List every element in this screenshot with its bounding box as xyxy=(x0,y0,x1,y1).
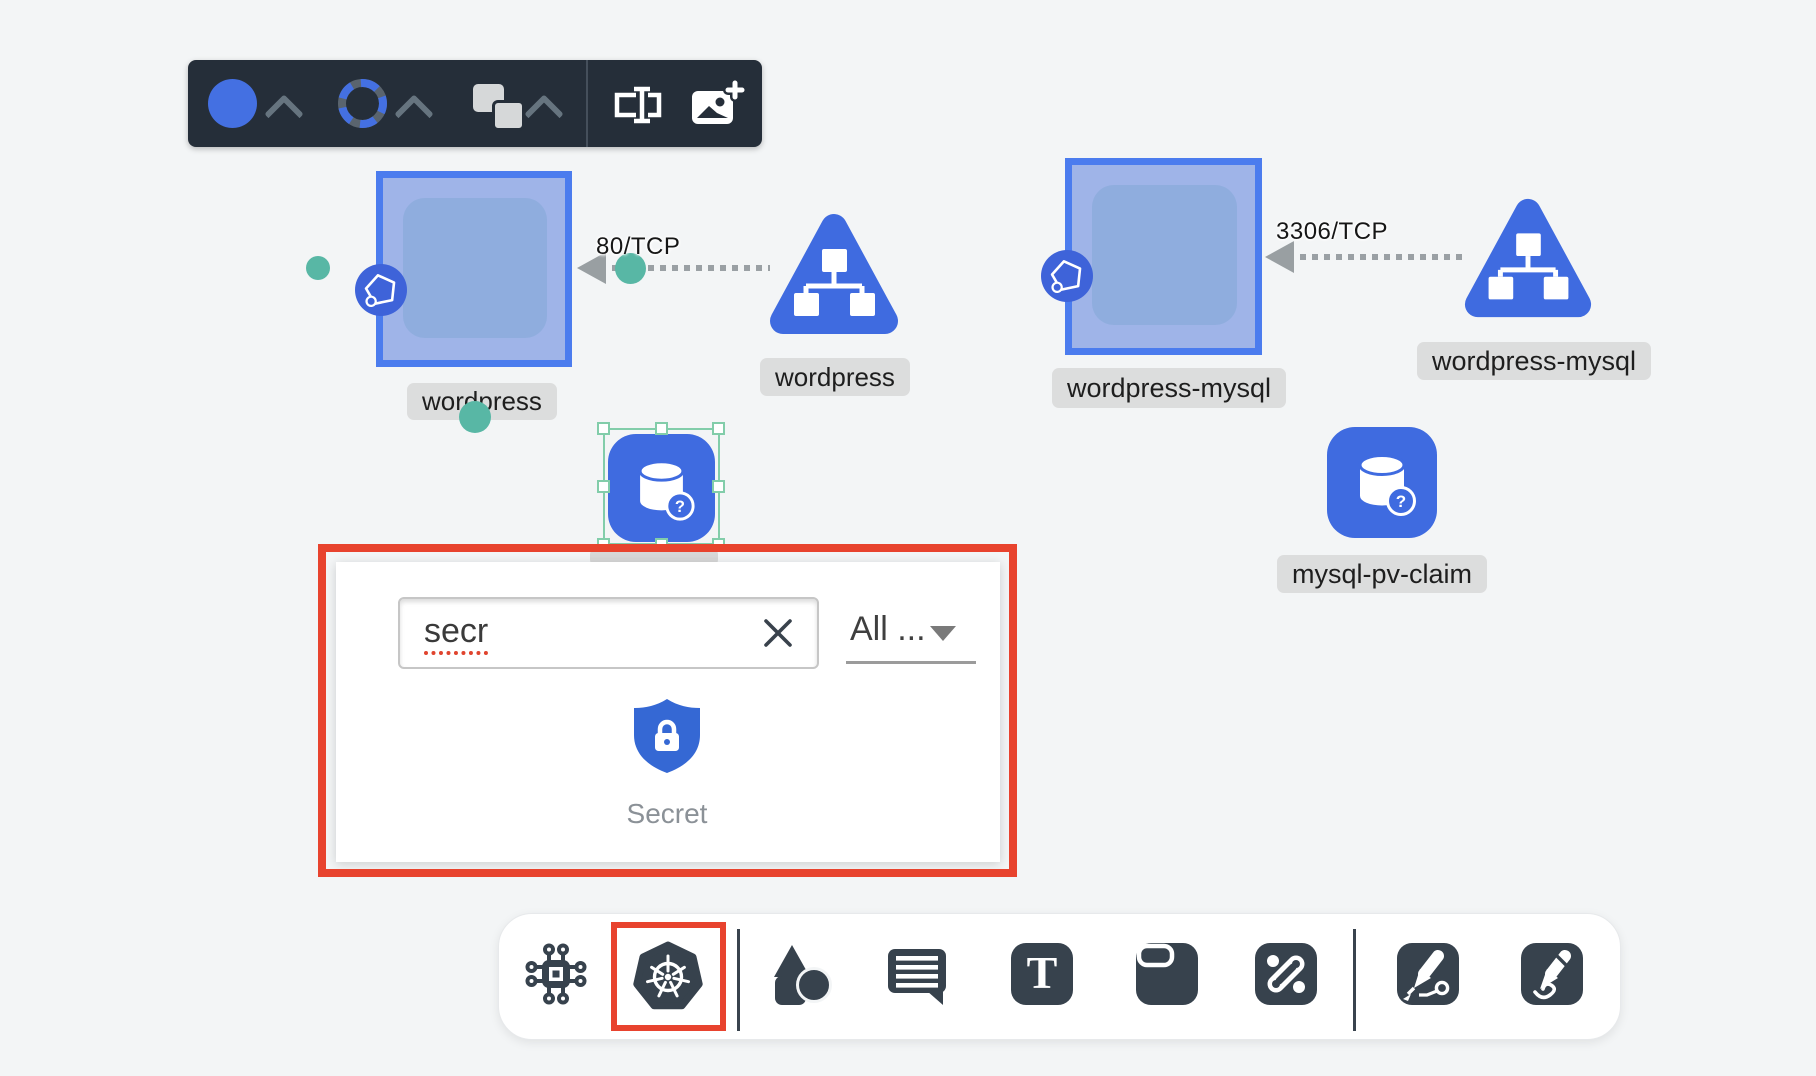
pod-wordpress-mysql[interactable] xyxy=(1092,185,1237,325)
node-label-wordpress-service[interactable]: wordpress xyxy=(760,358,910,396)
selection-handle-nw[interactable] xyxy=(597,422,610,435)
kind-filter-value: All ... xyxy=(850,610,926,649)
dropdown-underline xyxy=(846,661,976,664)
pvc-node-mysql-pv-claim[interactable]: ? xyxy=(1327,427,1437,538)
selection-handle-n[interactable] xyxy=(655,422,668,435)
copy-style-icon-front[interactable] xyxy=(492,100,525,131)
dock-divider xyxy=(737,929,740,1031)
svg-text:?: ? xyxy=(1396,492,1406,511)
service-node-wordpress-mysql[interactable] xyxy=(1460,192,1596,328)
node-label-wordpress-mysql-deployment[interactable]: wordpress-mysql xyxy=(1052,368,1286,408)
stroke-style-expand-chevron-icon[interactable] xyxy=(394,94,434,134)
pod-badge-icon xyxy=(355,264,407,316)
selection-handle-e[interactable] xyxy=(712,480,725,493)
search-query-text[interactable]: secr xyxy=(424,612,488,651)
rename-icon[interactable] xyxy=(611,82,665,128)
diagram-canvas[interactable]: wordpress 80/TCP wordpress wordpress-mys… xyxy=(0,0,1816,1076)
search-result-secret[interactable]: Secret xyxy=(600,697,734,830)
connector-tool-icon[interactable] xyxy=(1255,943,1317,1005)
edge-label-3306tcp[interactable]: 3306/TCP xyxy=(1276,218,1388,246)
selection-handle-se[interactable] xyxy=(712,538,725,551)
connection-handle-dot[interactable] xyxy=(459,401,491,433)
pod-wordpress[interactable] xyxy=(403,198,547,338)
node-label-wordpress-mysql-service[interactable]: wordpress-mysql xyxy=(1417,342,1651,380)
toolbar-divider xyxy=(586,60,588,147)
secret-shield-icon xyxy=(630,697,704,775)
pod-badge-icon xyxy=(1041,250,1093,302)
selection-handle-ne[interactable] xyxy=(712,422,725,435)
selection-handle-sw[interactable] xyxy=(597,538,610,551)
style-toolbar xyxy=(188,60,762,147)
selected-resource-node[interactable]: ? xyxy=(608,434,715,542)
edge-line-3306tcp[interactable] xyxy=(1288,254,1462,260)
frame-tool-icon[interactable] xyxy=(1136,943,1198,1005)
search-result-label: Secret xyxy=(600,798,734,830)
node-label-mysql-pv-claim[interactable]: mysql-pv-claim xyxy=(1277,555,1487,593)
comment-tool-icon[interactable] xyxy=(885,943,949,1005)
pen-connect-tool-icon[interactable] xyxy=(1397,943,1459,1005)
copy-style-expand-chevron-icon[interactable] xyxy=(524,94,564,134)
add-image-icon[interactable] xyxy=(689,80,745,130)
fill-color-button[interactable] xyxy=(208,79,257,128)
clear-search-icon[interactable] xyxy=(760,615,796,651)
edge-label-80tcp[interactable]: 80/TCP xyxy=(596,233,680,261)
connection-handle-dot[interactable] xyxy=(306,256,330,280)
kubernetes-tool-icon[interactable] xyxy=(632,941,704,1013)
infrastructure-tool-icon[interactable] xyxy=(523,941,589,1007)
text-tool-icon[interactable]: T xyxy=(1011,943,1073,1005)
service-node-wordpress[interactable] xyxy=(765,207,903,345)
chevron-down-icon xyxy=(930,626,956,641)
svg-text:?: ? xyxy=(675,497,685,516)
selection-handle-w[interactable] xyxy=(597,480,610,493)
pencil-draw-tool-icon[interactable] xyxy=(1521,943,1583,1005)
stroke-style-button[interactable] xyxy=(338,79,387,128)
shapes-tool-icon[interactable] xyxy=(765,940,833,1008)
dock-divider xyxy=(1353,929,1356,1031)
fill-color-expand-chevron-icon[interactable] xyxy=(264,94,304,134)
selection-handle-s[interactable] xyxy=(655,538,668,551)
kind-filter-dropdown[interactable]: All ... xyxy=(846,608,976,668)
